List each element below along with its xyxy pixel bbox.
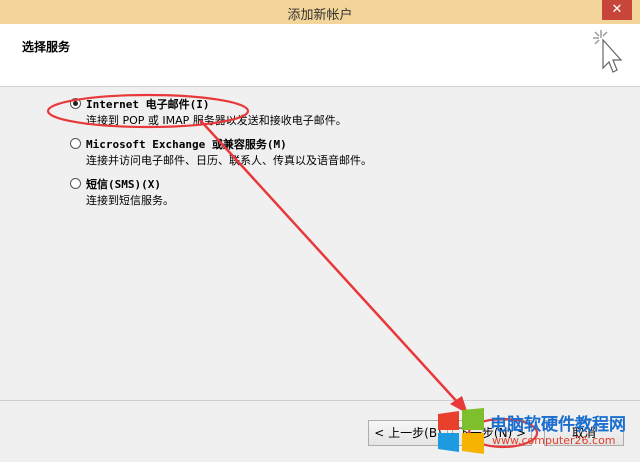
watermark-title: 电脑软硬件教程网 — [490, 415, 626, 435]
option-label: Internet 电子邮件(I) — [86, 98, 210, 111]
footer-divider — [0, 400, 640, 401]
page-title: 选择服务 — [22, 40, 71, 54]
radio-internet-email[interactable] — [70, 98, 81, 109]
radio-sms[interactable] — [70, 178, 81, 189]
watermark: 电脑软硬件教程网 www.computer26.com — [436, 406, 640, 462]
title-bar: 添加新帐户 ✕ — [0, 0, 640, 25]
watermark-url: www.computer26.com — [492, 434, 616, 447]
service-options: Internet 电子邮件(I) 连接到 POP 或 IMAP 服务器以发送和接… — [70, 96, 590, 216]
window-title: 添加新帐户 — [287, 8, 353, 23]
cursor-sparkle-icon — [592, 28, 626, 79]
option-description: 连接并访问电子邮件、日历、联系人、传真以及语音邮件。 — [86, 154, 372, 167]
option-internet-email[interactable]: Internet 电子邮件(I) 连接到 POP 或 IMAP 服务器以发送和接… — [70, 96, 590, 127]
wizard-header: 选择服务 — [0, 24, 640, 87]
option-exchange[interactable]: Microsoft Exchange 或兼容服务(M) 连接并访问电子邮件、日历… — [70, 136, 590, 167]
windows-logo-icon — [438, 408, 484, 454]
option-label: Microsoft Exchange 或兼容服务(M) — [86, 138, 287, 151]
option-description: 连接到短信服务。 — [86, 194, 174, 207]
radio-exchange[interactable] — [70, 138, 81, 149]
close-button[interactable]: ✕ — [602, 0, 632, 20]
option-label: 短信(SMS)(X) — [86, 178, 161, 191]
option-description: 连接到 POP 或 IMAP 服务器以发送和接收电子邮件。 — [86, 114, 347, 127]
option-sms[interactable]: 短信(SMS)(X) 连接到短信服务。 — [70, 176, 590, 207]
